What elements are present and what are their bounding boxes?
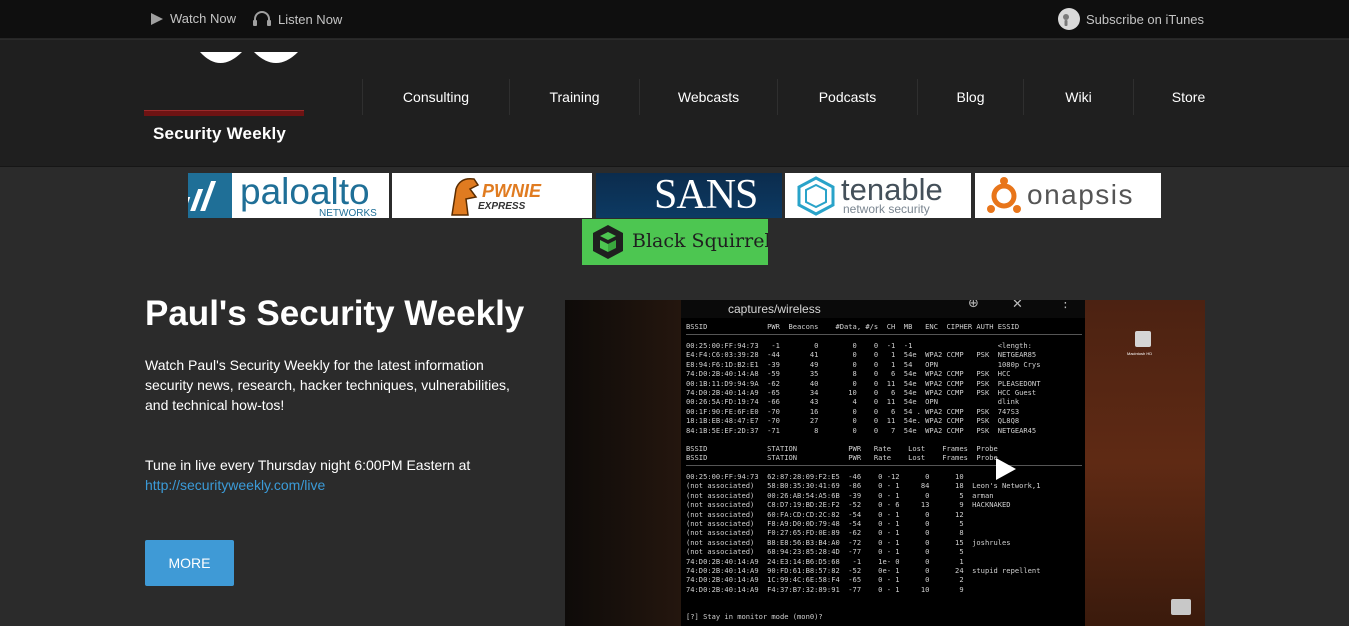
tenable-sub: network security: [843, 202, 930, 216]
terminal-menu-icon: ⋮: [1059, 300, 1072, 310]
terminal-prompt: [?] Stay in monitor mode (mon0)?: [686, 612, 823, 621]
sponsor-sans[interactable]: SANS: [596, 173, 782, 218]
ap-row: 84:1B:5E:EF:2D:37 -71 8 0 0 7 54e WPA2 C…: [686, 425, 1037, 435]
hero-live-info: Tune in live every Thursday night 6:00PM…: [145, 455, 530, 495]
listen-now-label: Listen Now: [278, 11, 343, 27]
tenable-logo-icon: [797, 176, 835, 216]
station-row: 74:D0:2B:40:14:A9 1C:99:4C:6E:58:F4 -65 …: [686, 575, 964, 585]
ap-row: E8:94:F6:1D:B2:E1 -39 49 0 0 1 54 OPN 10…: [686, 359, 1041, 369]
subscribe-itunes-label: Subscribe on iTunes: [1086, 11, 1205, 27]
video-terminal: captures/wireless ⊕ ✕ ⋮ BSSID PWR Beacon…: [681, 300, 1085, 626]
black-squirrel-cube-icon: [593, 225, 623, 259]
sans-wordmark: SANS: [654, 173, 758, 218]
station-row: (not associated) C8:D7:19:BD:2E:F2 -52 0…: [686, 500, 1011, 510]
hard-drive-icon: [1135, 331, 1151, 347]
terminal-close-icon: ✕: [1012, 300, 1023, 311]
itunes-icon: [1058, 8, 1080, 30]
subscribe-itunes-link[interactable]: Subscribe on iTunes: [1058, 8, 1204, 30]
nav-item-store[interactable]: Store: [1133, 79, 1243, 115]
video-desktop-left: [565, 300, 681, 626]
ap-row: 00:1F:90:FE:6F:E0 -70 16 0 0 6 54 . WPA2…: [686, 406, 1020, 416]
station-row: 74:D0:2B:40:14:A9 90:FD:61:B8:57:82 -52 …: [686, 566, 1041, 575]
paloalto-sub: NETWORKS: [319, 208, 377, 218]
terminal-add-icon: ⊕: [968, 300, 979, 310]
terminal-rule: [686, 465, 1082, 466]
site-logo[interactable]: Security Weekly: [144, 40, 306, 150]
hero-live-text: Tune in live every Thursday night 6:00PM…: [145, 457, 471, 473]
nav-item-blog[interactable]: Blog: [917, 79, 1023, 115]
station-row: (not associated) B8:E8:56:B3:B4:A0 -72 0…: [686, 537, 1011, 547]
nav-item-webcasts[interactable]: Webcasts: [639, 79, 777, 115]
external-drive-icon: [1171, 599, 1191, 615]
sponsor-onapsis[interactable]: onapsis: [975, 173, 1161, 218]
headphones-icon: [253, 11, 271, 26]
station-row: (not associated) 68:94:23:85:28:4D -77 0…: [686, 547, 964, 557]
logo-name: Security Weekly: [153, 124, 287, 143]
logo-eyes-graphic: [200, 52, 298, 63]
station-row: 74:D0:2B:40:14:A9 24:E3:14:B6:D5:68 -1 1…: [686, 556, 964, 566]
ap-row: 74:D0:2B:40:14:A8 -59 35 8 0 6 54e WPA2 …: [686, 369, 1011, 379]
sponsor-tenable[interactable]: tenable network security: [785, 173, 971, 218]
station-row: (not associated) 00:26:AB:54:A5:6B -39 0…: [686, 490, 994, 500]
site-header: Security Weekly Consulting Training Webc…: [0, 40, 1349, 167]
ap-row: E4:F4:C6:03:39:28 -44 41 0 0 1 54e WPA2 …: [686, 350, 1037, 360]
page-title: Paul's Security Weekly: [145, 294, 525, 333]
station-row: 00:25:00:FF:94:73 62:87:28:09:F2:E5 -46 …: [686, 472, 964, 481]
station-row: (not associated) F0:27:65:FD:0E:89 -62 0…: [686, 528, 964, 538]
terminal-path: captures/wireless: [728, 302, 821, 316]
main-nav: Consulting Training Webcasts Podcasts Bl…: [362, 79, 1222, 115]
station-row: (not associated) 58:B0:35:30:41:69 -86 0…: [686, 481, 1041, 491]
station-row: (not associated) 60:FA:CD:CD:2C:82 -54 0…: [686, 509, 964, 519]
nav-item-podcasts[interactable]: Podcasts: [777, 79, 917, 115]
hero-description: Watch Paul's Security Weekly for the lat…: [145, 357, 510, 413]
station-row: 74:D0:2B:40:14:A9 F4:37:B7:32:89:91 -77 …: [686, 584, 964, 594]
terminal-rule: [686, 334, 1082, 335]
ap-row: 00:1B:11:D9:94:9A -62 40 0 0 11 54e WPA2…: [686, 378, 1041, 388]
sponsor-paloalto[interactable]: paloalto NETWORKS: [188, 173, 389, 218]
terminal-header: captures/wireless ⊕ ✕ ⋮: [681, 300, 1085, 318]
nav-item-wiki[interactable]: Wiki: [1023, 79, 1133, 115]
hard-drive-label: Macintosh HD: [1127, 351, 1153, 356]
nav-item-consulting[interactable]: Consulting: [362, 79, 509, 115]
pwnie-sub: EXPRESS: [478, 201, 526, 212]
paloalto-wordmark: paloalto: [240, 173, 370, 212]
video-play-icon[interactable]: [992, 456, 1018, 482]
pwnie-horse-icon: [451, 177, 480, 216]
onapsis-logo-icon: [987, 177, 1021, 213]
paloalto-logo-icon: [188, 173, 232, 218]
video-player[interactable]: Macintosh HD captures/wireless ⊕ ✕ ⋮ BSS…: [565, 300, 1205, 626]
more-button[interactable]: MORE: [145, 540, 234, 586]
ap-row: 00:26:5A:FD:19:74 -66 43 4 0 11 54e OPN …: [686, 397, 1020, 407]
ap-row: 18:1B:EB:48:47:E7 -70 27 0 0 11 54e. WPA…: [686, 416, 1020, 426]
station-table-header: BSSID STATION PWR Rate Lost Frames Probe: [686, 453, 998, 463]
ap-row: 00:25:00:FF:94:73 -1 0 0 0 -1 -1 <length…: [686, 341, 1032, 350]
nav-item-training[interactable]: Training: [509, 79, 639, 115]
onapsis-wordmark: onapsis: [1027, 179, 1135, 210]
video-desktop-right: Macintosh HD: [1085, 300, 1205, 626]
sponsor-black-squirrel[interactable]: Black Squirrel: [582, 219, 768, 265]
live-stream-link[interactable]: http://securityweekly.com/live: [145, 477, 325, 493]
ap-table-header: BSSID PWR Beacons #Data, #/s CH MB ENC C…: [686, 322, 1020, 331]
pwnie-wordmark: PWNIE: [482, 181, 542, 201]
black-squirrel-wordmark: Black Squirrel: [632, 230, 768, 252]
watch-now-label: Watch Now: [170, 11, 236, 26]
listen-now-link[interactable]: Listen Now: [252, 11, 342, 27]
logo-divider: [144, 110, 304, 116]
sponsor-pwnie-express[interactable]: PWNIE EXPRESS: [392, 173, 592, 218]
station-table-header: BSSID STATION PWR Rate Lost Frames Probe: [686, 444, 998, 453]
station-row: (not associated) F8:A9:D0:0D:79:48 -54 0…: [686, 519, 964, 528]
play-icon: [151, 12, 163, 25]
watch-now-link[interactable]: Watch Now: [150, 11, 236, 26]
ap-row: 74:D0:2B:40:14:A9 -65 34 10 0 6 54e WPA2…: [686, 388, 1037, 397]
